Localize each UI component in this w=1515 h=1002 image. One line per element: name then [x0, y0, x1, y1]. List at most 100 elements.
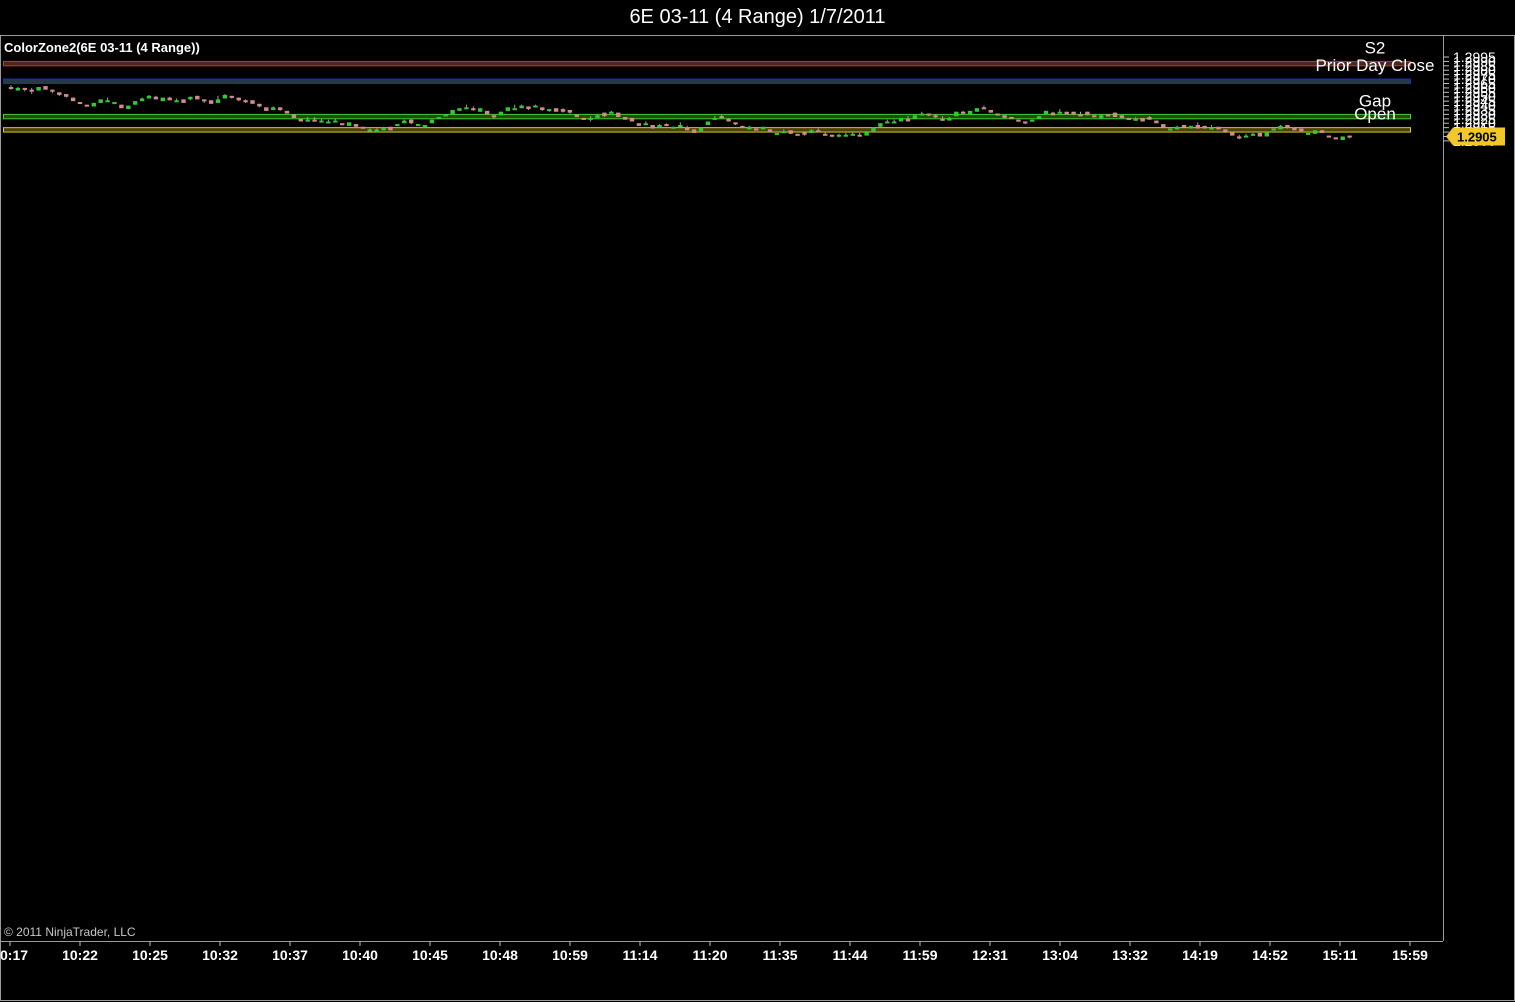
candle[interactable]: [98, 99, 103, 103]
candle[interactable]: [243, 99, 248, 103]
candle[interactable]: [802, 132, 807, 136]
candle[interactable]: [436, 117, 441, 120]
candle[interactable]: [215, 95, 221, 103]
candle[interactable]: [919, 111, 924, 116]
candle[interactable]: [402, 119, 407, 124]
candle[interactable]: [1230, 132, 1235, 136]
candle[interactable]: [1057, 109, 1062, 114]
candle[interactable]: [498, 111, 504, 116]
candle[interactable]: [691, 129, 697, 133]
candle[interactable]: [733, 122, 738, 125]
candle[interactable]: [181, 99, 186, 103]
candle[interactable]: [202, 99, 207, 103]
candle[interactable]: [271, 106, 276, 110]
candle[interactable]: [581, 117, 586, 120]
candle[interactable]: [657, 124, 662, 128]
candle[interactable]: [1016, 119, 1021, 122]
candle[interactable]: [967, 110, 973, 115]
candle[interactable]: [512, 104, 517, 111]
candle[interactable]: [988, 109, 993, 113]
candle[interactable]: [961, 110, 966, 115]
candle[interactable]: [1181, 124, 1187, 128]
candle[interactable]: [284, 110, 290, 114]
candle[interactable]: [829, 134, 835, 138]
candle[interactable]: [560, 108, 566, 113]
candle[interactable]: [705, 121, 711, 125]
candle[interactable]: [774, 132, 780, 135]
candle[interactable]: [388, 126, 393, 131]
candle[interactable]: [133, 101, 138, 105]
candle[interactable]: [1092, 115, 1097, 118]
candle[interactable]: [1257, 132, 1263, 137]
candle[interactable]: [409, 118, 414, 125]
candle[interactable]: [429, 119, 435, 124]
candle[interactable]: [553, 108, 559, 112]
candle[interactable]: [353, 124, 359, 127]
candle[interactable]: [1264, 132, 1269, 137]
candle[interactable]: [622, 117, 628, 120]
candle[interactable]: [1168, 128, 1173, 131]
candle[interactable]: [1278, 124, 1283, 130]
candle[interactable]: [1347, 135, 1352, 139]
candle[interactable]: [319, 118, 324, 123]
candle[interactable]: [1009, 117, 1014, 120]
candle[interactable]: [698, 127, 704, 132]
candle[interactable]: [836, 133, 842, 138]
candle[interactable]: [15, 87, 21, 91]
candle[interactable]: [1202, 125, 1207, 129]
candle[interactable]: [1292, 127, 1297, 131]
candle[interactable]: [995, 113, 1000, 116]
candle[interactable]: [36, 87, 41, 91]
candle[interactable]: [678, 122, 683, 127]
candle[interactable]: [70, 97, 76, 102]
candle[interactable]: [457, 108, 462, 111]
candle[interactable]: [795, 133, 800, 136]
candle[interactable]: [1050, 111, 1056, 116]
candle[interactable]: [291, 114, 297, 118]
candle[interactable]: [333, 118, 338, 123]
candle[interactable]: [8, 85, 14, 90]
candle[interactable]: [160, 97, 165, 102]
candle[interactable]: [1250, 132, 1256, 136]
candle[interactable]: [208, 100, 214, 104]
candle[interactable]: [1237, 134, 1242, 140]
candle[interactable]: [1312, 130, 1318, 134]
candle[interactable]: [1002, 115, 1007, 118]
candle[interactable]: [505, 107, 510, 111]
candle[interactable]: [174, 98, 179, 103]
candle[interactable]: [1154, 120, 1159, 124]
candle[interactable]: [747, 125, 752, 130]
candle[interactable]: [1188, 125, 1194, 129]
candle[interactable]: [112, 102, 117, 105]
candle[interactable]: [636, 123, 642, 126]
candle[interactable]: [139, 97, 145, 102]
candle[interactable]: [195, 95, 200, 100]
candle[interactable]: [277, 107, 283, 111]
candle[interactable]: [1319, 130, 1325, 133]
candle[interactable]: [43, 86, 48, 90]
candle[interactable]: [1112, 112, 1118, 118]
candle[interactable]: [450, 109, 455, 115]
candle[interactable]: [1030, 119, 1035, 122]
candle[interactable]: [871, 127, 876, 133]
candle[interactable]: [422, 124, 428, 128]
candle[interactable]: [1023, 121, 1028, 125]
candle[interactable]: [188, 96, 193, 101]
candle[interactable]: [643, 121, 648, 126]
candle[interactable]: [484, 110, 490, 115]
candle[interactable]: [264, 107, 269, 111]
candle[interactable]: [1085, 111, 1090, 116]
candle[interactable]: [547, 109, 552, 112]
candle[interactable]: [1243, 133, 1249, 138]
candle[interactable]: [526, 106, 531, 110]
candle[interactable]: [91, 102, 96, 107]
candle[interactable]: [898, 117, 904, 122]
candle[interactable]: [885, 119, 890, 124]
candle[interactable]: [1195, 122, 1200, 129]
candle[interactable]: [1340, 136, 1345, 141]
candle[interactable]: [471, 106, 476, 111]
candle[interactable]: [153, 95, 159, 100]
candle[interactable]: [340, 123, 345, 126]
candle[interactable]: [1174, 125, 1180, 130]
candle[interactable]: [609, 110, 614, 114]
